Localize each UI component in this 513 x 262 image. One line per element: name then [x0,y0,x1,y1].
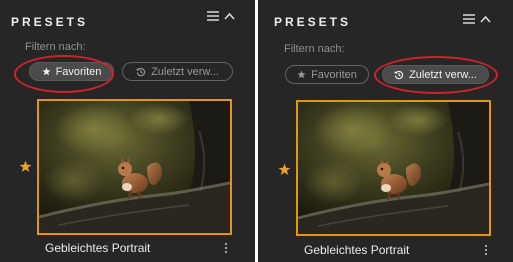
favorites-filter-button[interactable]: Favoriten [29,62,114,81]
menu-icon[interactable] [207,11,219,21]
favorite-star-icon[interactable] [19,160,32,178]
more-options-icon[interactable] [225,243,227,253]
panel-title: PRESETS [11,15,89,29]
menu-icon[interactable] [463,14,475,24]
star-icon [41,67,51,76]
recent-filter-button[interactable]: Zuletzt verw... [382,65,489,84]
recent-filter-button[interactable]: Zuletzt verw... [122,62,233,81]
favorites-filter-label: Favoriten [311,68,357,81]
header-icons [207,11,235,21]
preset-thumbnail[interactable] [37,99,232,235]
more-options-icon[interactable] [485,245,487,255]
filter-label: Filtern nach: [25,41,86,53]
history-icon [394,70,404,80]
presets-panel-right: PRESETS Filtern nach: Favoriten Zuletzt … [258,0,513,262]
chevron-up-icon[interactable] [480,15,491,23]
preset-thumbnail[interactable] [296,100,491,236]
history-icon [136,67,146,77]
favorite-star-icon[interactable] [278,163,291,181]
star-icon [297,70,306,79]
header-icons [463,14,491,24]
preset-name: Gebleichtes Portrait [304,243,410,257]
recent-filter-label: Zuletzt verw... [151,65,219,78]
favorites-filter-button[interactable]: Favoriten [285,65,369,84]
presets-panel-left: PRESETS Filtern nach: Favoriten Zuletzt … [0,0,255,262]
preset-name: Gebleichtes Portrait [45,241,151,255]
squirrel-image [39,101,230,233]
filter-label: Filtern nach: [284,43,345,55]
squirrel-image [298,102,489,234]
favorites-filter-label: Favoriten [55,65,102,78]
recent-filter-label: Zuletzt verw... [409,68,477,81]
chevron-up-icon[interactable] [224,12,235,20]
panel-title: PRESETS [274,15,352,29]
